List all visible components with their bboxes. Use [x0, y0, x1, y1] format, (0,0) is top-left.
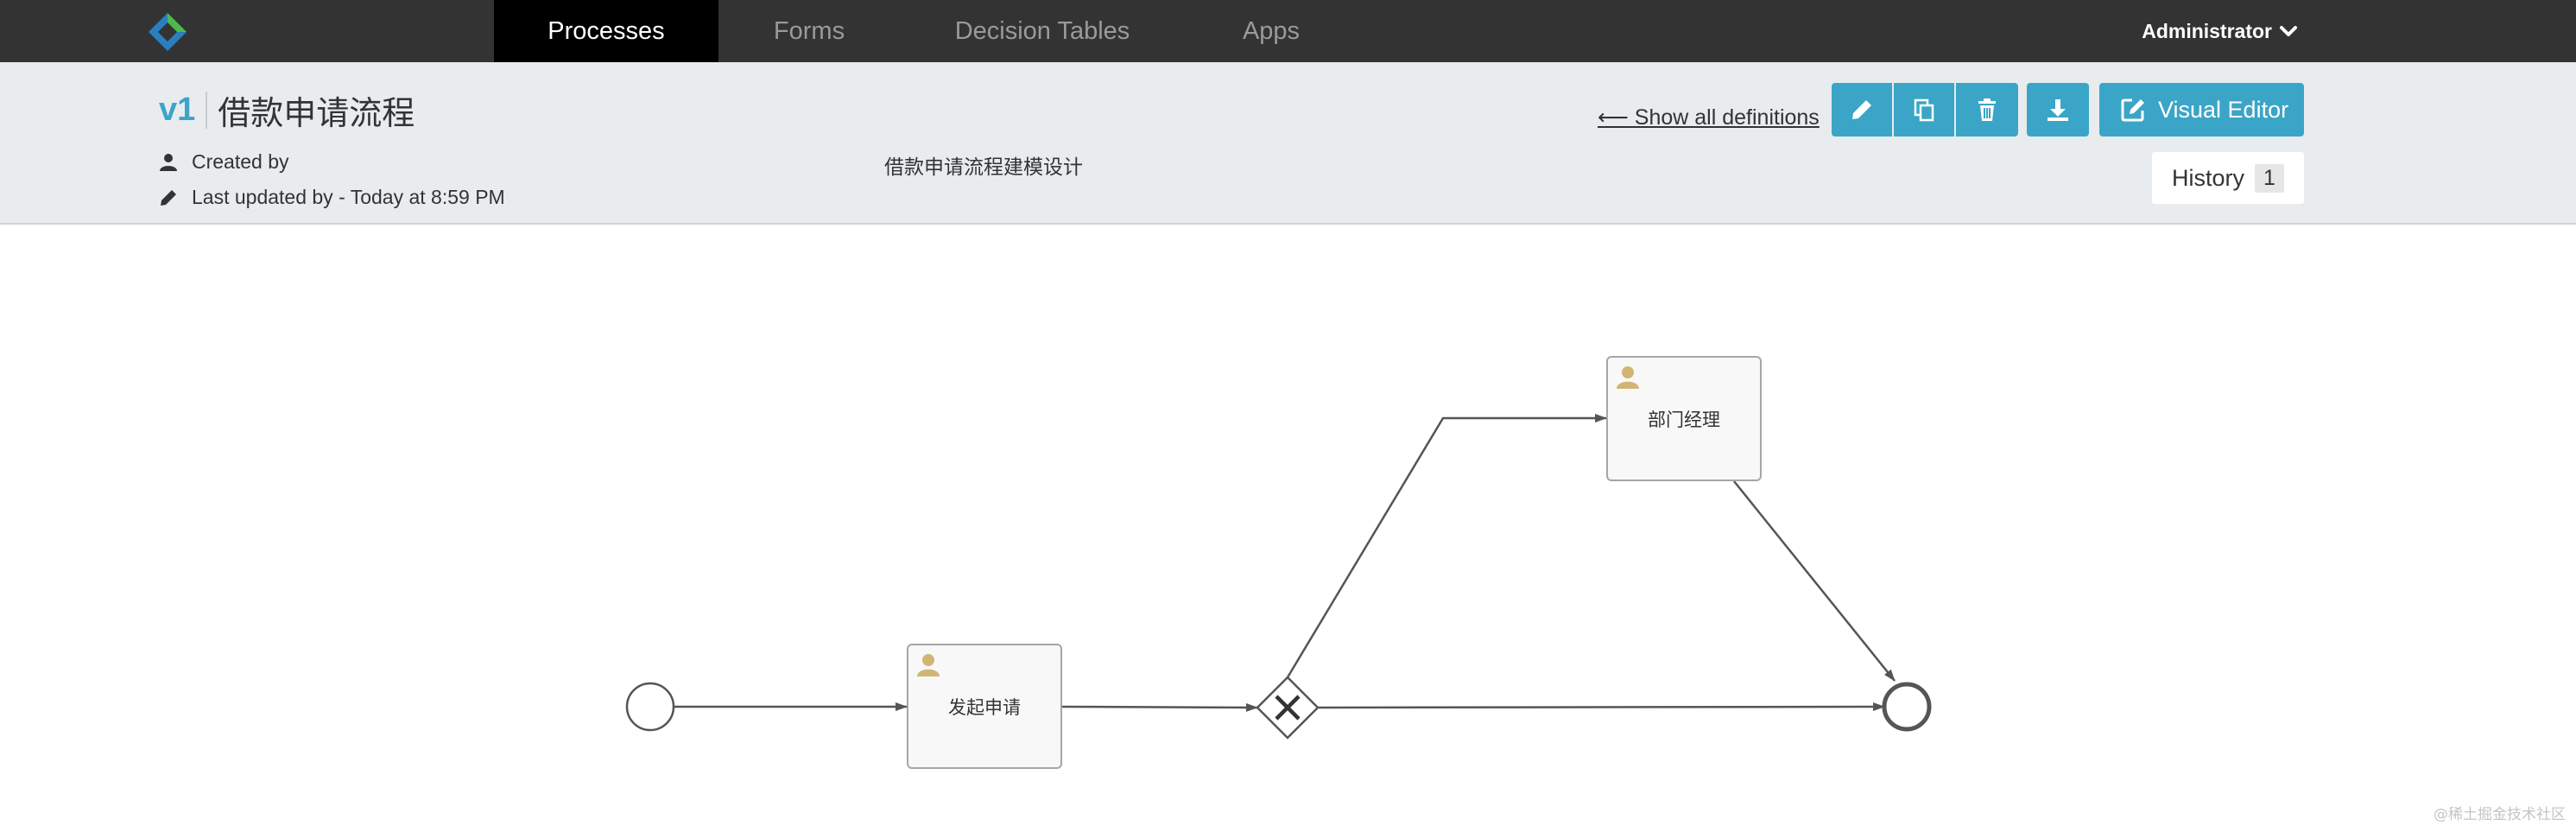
tab-processes[interactable]: Processes: [494, 0, 718, 73]
copy-icon: [1914, 98, 1934, 122]
logo-icon[interactable]: [147, 11, 188, 53]
exclusive-gateway[interactable]: [1256, 676, 1320, 740]
tab-forms[interactable]: Forms: [718, 0, 900, 62]
watermark: @稀土掘金技术社区: [2434, 806, 2566, 823]
user-task-apply[interactable]: 发起申请: [907, 644, 1062, 769]
copy-button[interactable]: [1894, 83, 1954, 137]
user-task-manager[interactable]: 部门经理: [1606, 356, 1762, 481]
download-button[interactable]: [2027, 83, 2089, 137]
user-menu[interactable]: Administrator: [2142, 0, 2298, 62]
page-title: v1 借款申请流程: [159, 88, 415, 132]
visual-editor-button[interactable]: Visual Editor: [2099, 83, 2304, 137]
created-by: Created by: [159, 150, 289, 174]
edit-square-icon: [2121, 98, 2144, 122]
diagram-canvas: [625, 414, 1932, 740]
start-event[interactable]: [625, 682, 675, 732]
flow-apply-to-gateway[interactable]: [1061, 702, 1258, 712]
task-label: 发起申请: [948, 696, 1021, 718]
process-name: 借款申请流程: [218, 93, 415, 132]
process-diagram: 发起申请 部门经理: [0, 226, 2576, 832]
download-icon: [2048, 99, 2068, 121]
show-all-definitions-link[interactable]: ⟵ Show all definitions: [1598, 95, 1820, 140]
last-updated: Last updated by - Today at 8:59 PM: [159, 186, 505, 209]
delete-button[interactable]: [1956, 83, 2018, 137]
pencil-icon: [1852, 100, 1871, 119]
flow-gateway-to-manager[interactable]: [1286, 414, 1607, 678]
history-button[interactable]: History 1: [2152, 152, 2304, 204]
edit-button[interactable]: [1832, 83, 1892, 137]
trash-icon: [1978, 98, 1996, 121]
user-name: Administrator: [2142, 19, 2272, 42]
process-description: 借款申请流程建模设计: [884, 156, 1083, 179]
end-event[interactable]: [1882, 682, 1932, 732]
pencil-icon: [161, 189, 176, 206]
task-label: 部门经理: [1648, 409, 1720, 430]
version-badge: v1: [159, 91, 208, 129]
tab-decision-tables[interactable]: Decision Tables: [900, 0, 1185, 62]
top-navbar: Processes Forms Decision Tables Apps Adm…: [0, 0, 2576, 73]
tab-apps[interactable]: Apps: [1185, 0, 1358, 62]
history-count-badge: 1: [2255, 163, 2284, 193]
app-root: Processes Forms Decision Tables Apps Adm…: [0, 0, 2576, 832]
user-icon: [160, 153, 177, 171]
process-header: v1 借款申请流程 Created by Last updated by - T…: [0, 62, 2576, 225]
flow-gateway-to-end[interactable]: [1317, 702, 1885, 712]
flow-manager-to-end[interactable]: [1733, 480, 1896, 682]
chevron-down-icon: [2280, 26, 2297, 36]
